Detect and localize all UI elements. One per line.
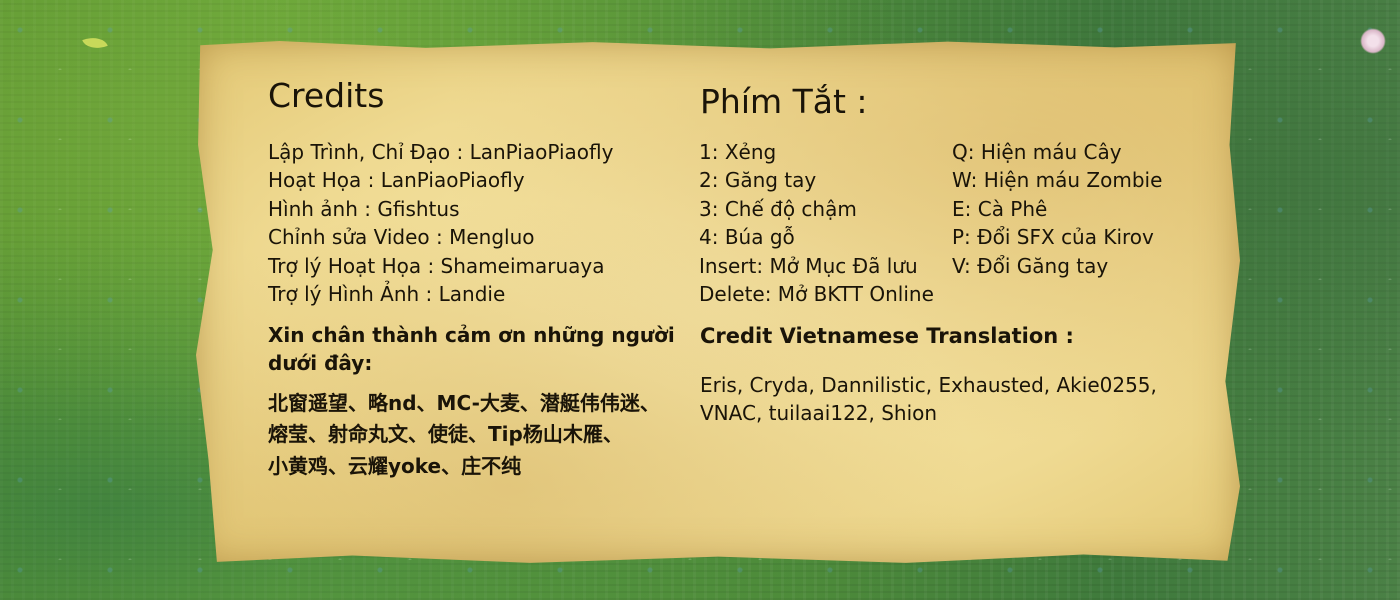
translation-title: Credit Vietnamese Translation : bbox=[700, 324, 1074, 348]
translation-names: Eris, Cryda, Dannilistic, Exhausted, Aki… bbox=[700, 373, 1157, 397]
thanks-names: 北窗遥望、略nd、MC-大麦、潜艇伟伟迷、 bbox=[268, 391, 660, 415]
shortcut-line: Q: Hiện máu Cây bbox=[952, 140, 1122, 164]
thanks-names: 熔莹、射命丸文、使徒、Tip杨山木雁、 bbox=[268, 422, 623, 446]
shortcut-line: W: Hiện máu Zombie bbox=[952, 168, 1163, 192]
shortcut-line: V: Đổi Găng tay bbox=[952, 254, 1109, 278]
shortcut-line: 4: Búa gỗ bbox=[699, 225, 795, 249]
shortcut-line: 2: Găng tay bbox=[699, 168, 817, 192]
credit-line: Trợ lý Hoạt Họa : Shameimaruaya bbox=[268, 254, 605, 278]
credits-title: Credits bbox=[268, 76, 385, 115]
translation-names: VNAC, tuilaai122, Shion bbox=[700, 401, 938, 425]
shortcut-line: 3: Chế độ chậm bbox=[699, 197, 857, 221]
thanks-intro: dưới đây: bbox=[268, 351, 373, 375]
credit-line: Chỉnh sửa Video : Mengluo bbox=[268, 225, 535, 249]
flower-decoration bbox=[1360, 28, 1386, 54]
shortcut-line: 1: Xẻng bbox=[699, 140, 777, 164]
shortcuts-title: Phím Tắt : bbox=[700, 82, 868, 121]
thanks-names: 小黄鸡、云耀yoke、庄不纯 bbox=[268, 454, 522, 478]
shortcut-line: E: Cà Phê bbox=[952, 197, 1048, 221]
shortcut-line: P: Đổi SFX của Kirov bbox=[952, 225, 1154, 249]
shortcut-line: Delete: Mở BKTT Online bbox=[699, 282, 934, 306]
shortcut-line: Insert: Mở Mục Đã lưu bbox=[699, 254, 918, 278]
thanks-intro: Xin chân thành cảm ơn những người bbox=[268, 323, 675, 347]
credit-line: Trợ lý Hình Ảnh : Landie bbox=[268, 282, 506, 306]
credit-line: Hình ảnh : Gfishtus bbox=[268, 197, 460, 221]
credit-line: Hoạt Họa : LanPiaoPiaofly bbox=[268, 168, 525, 192]
credit-line: Lập Trình, Chỉ Đạo : LanPiaoPiaofly bbox=[268, 140, 614, 164]
